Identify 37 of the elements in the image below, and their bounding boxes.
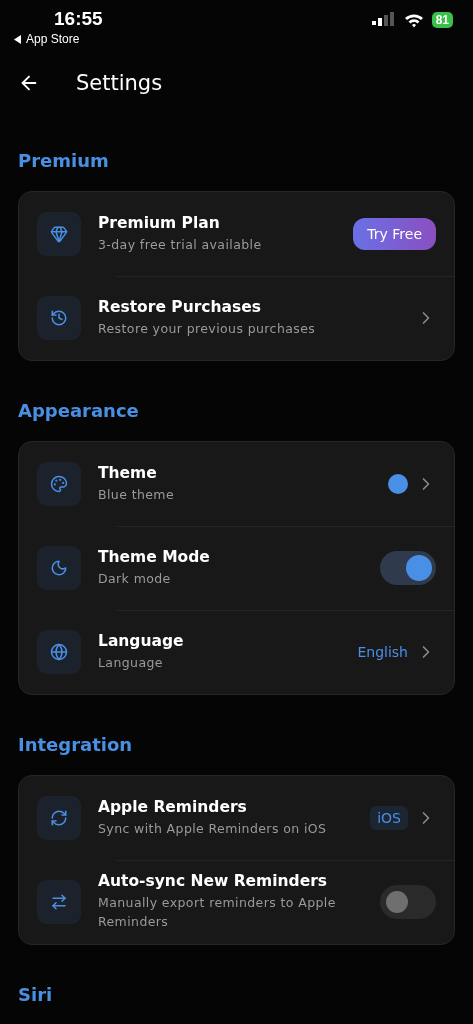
setting-title: Apple Reminders bbox=[98, 797, 248, 816]
history-icon bbox=[37, 296, 81, 340]
value-label: English bbox=[357, 644, 408, 660]
setting-subtitle: Blue theme bbox=[98, 485, 175, 504]
setting-title: Restore Purchases bbox=[98, 297, 262, 316]
setting-title: Theme Mode bbox=[98, 547, 211, 566]
swap-arrows-icon bbox=[37, 880, 81, 924]
section-title: Premium bbox=[18, 150, 110, 171]
toggle-switch[interactable] bbox=[380, 551, 436, 585]
battery-level: 81 bbox=[431, 12, 453, 28]
section-title: Appearance bbox=[18, 400, 140, 421]
setting-subtitle: Manually export reminders to Apple Reminders bbox=[98, 894, 337, 931]
setting-title: Auto-sync New Reminders bbox=[98, 872, 329, 891]
moon-icon bbox=[37, 546, 81, 590]
signal-icon bbox=[371, 12, 396, 28]
setting-subtitle: Language bbox=[98, 653, 164, 672]
setting-title: Language bbox=[98, 631, 185, 650]
gem-icon bbox=[37, 212, 81, 256]
back-triangle-icon bbox=[14, 34, 22, 44]
section-title: Siri bbox=[18, 984, 54, 1005]
setting-subtitle: Dark mode bbox=[98, 569, 172, 588]
page-title: Settings bbox=[76, 71, 163, 95]
palette-icon bbox=[37, 462, 81, 506]
setting-subtitle: Sync with Apple Reminders on iOS bbox=[98, 819, 328, 838]
back-to-app-link[interactable]: App Store bbox=[26, 32, 80, 46]
setting-title: Premium Plan bbox=[98, 213, 221, 232]
toggle-switch[interactable] bbox=[380, 885, 436, 919]
wifi-icon bbox=[403, 12, 424, 28]
platform-badge: iOS bbox=[370, 806, 408, 830]
setting-subtitle: 3-day free trial available bbox=[98, 235, 263, 254]
setting-subtitle: Restore your previous purchases bbox=[98, 319, 317, 338]
refresh-icon bbox=[37, 796, 81, 840]
globe-icon bbox=[37, 630, 81, 674]
try-free-button[interactable]: Try Free bbox=[353, 218, 436, 250]
setting-title: Theme bbox=[98, 463, 158, 482]
section-title: Integration bbox=[18, 734, 134, 755]
status-time: 16:55 bbox=[54, 8, 103, 30]
